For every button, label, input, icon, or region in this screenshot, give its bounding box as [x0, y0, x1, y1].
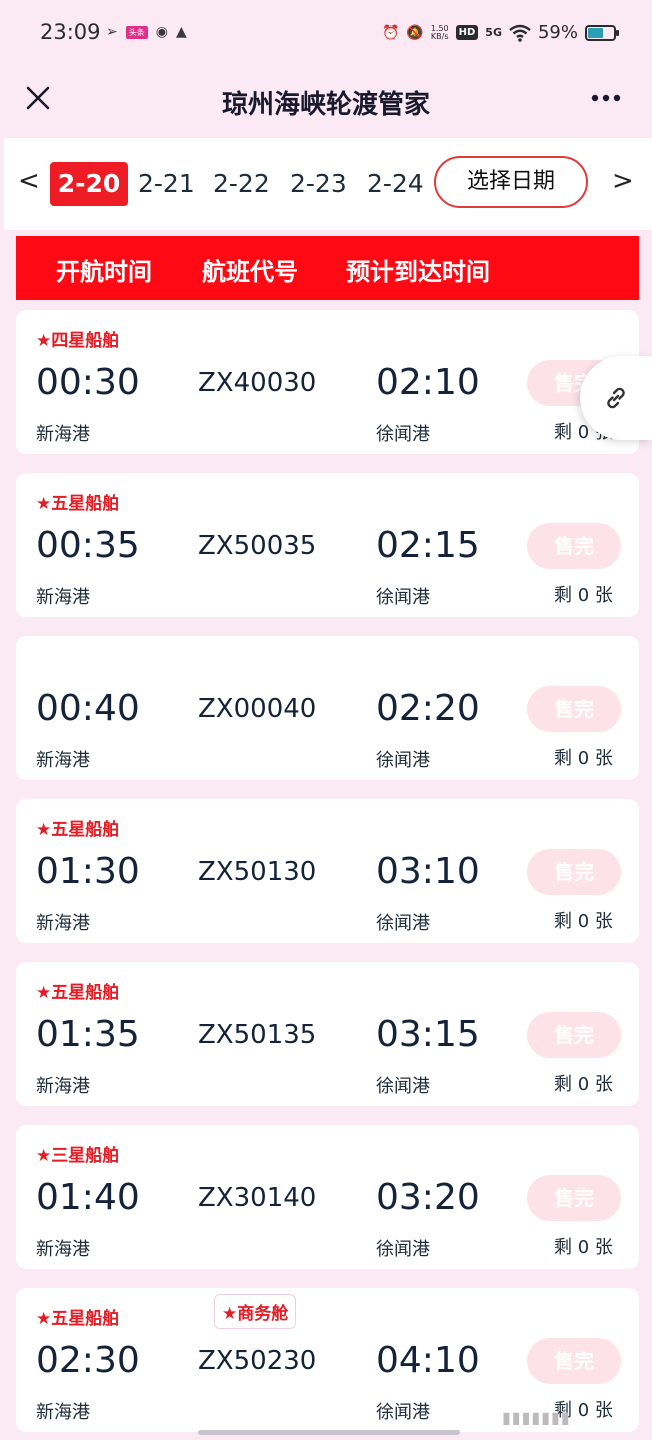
arrival-port: 徐闻港 [376, 1076, 430, 1097]
date-tab-1[interactable]: 2-21 [138, 162, 195, 206]
tickets-remaining: 剩 0 张 [554, 748, 613, 769]
date-tab-3[interactable]: 2-23 [290, 162, 347, 206]
arrival-port: 徐闻港 [376, 587, 430, 608]
arrive-time: 02:20 [376, 688, 480, 729]
sailing-table-header: 开航时间 航班代号 预计到达时间 [16, 236, 639, 300]
arrive-time: 03:20 [376, 1177, 480, 1218]
navbar: 琼州海峡轮渡管家 [0, 66, 652, 136]
mountain-icon: ▲ [175, 24, 187, 40]
tickets-remaining: 剩 0 张 [554, 585, 613, 606]
ship-rating-tag: ★三星船舶 [36, 1146, 120, 1166]
depart-time: 01:35 [36, 1014, 140, 1055]
hd-icon: HD [455, 25, 479, 40]
sailing-card[interactable]: 00:40 ZX00040 02:20 新海港 徐闻港 售完 剩 0 张 [16, 636, 639, 780]
date-selector: < 2-20 2-21 2-22 2-23 2-24 选择日期 > [4, 138, 652, 230]
sailing-card[interactable]: ★五星船舶 00:35 ZX50035 02:15 新海港 徐闻港 售完 剩 0… [16, 473, 639, 617]
pick-date-button[interactable]: 选择日期 [434, 156, 588, 208]
net-speed: 1.50 KB/s [430, 24, 449, 41]
ship-rating-tag: ★四星船舶 [36, 331, 120, 351]
sailing-code: ZX50135 [198, 1020, 317, 1050]
ship-rating-tag: ★五星船舶 [36, 1309, 120, 1329]
sailing-card[interactable]: ★五星船舶 01:30 ZX50130 03:10 新海港 徐闻港 售完 剩 0… [16, 799, 639, 943]
header-arrive-time: 预计到达时间 [346, 258, 490, 286]
departure-port: 新海港 [36, 424, 90, 445]
alarm-icon: ⏰ [381, 24, 400, 41]
sailing-code: ZX30140 [198, 1183, 317, 1213]
send-icon: ➢ [106, 24, 118, 40]
tickets-remaining: 剩 0 张 [554, 1237, 613, 1258]
notification-icons: ➢ 头条 ◉ ▲ [106, 24, 187, 40]
departure-port: 新海港 [36, 1239, 90, 1260]
ship-rating-tag: ★五星船舶 [36, 820, 120, 840]
departure-port: 新海港 [36, 750, 90, 771]
arrival-port: 徐闻港 [376, 913, 430, 934]
status-time: 23:09 [40, 20, 101, 44]
next-date-button[interactable]: > [612, 166, 634, 196]
date-tab-4[interactable]: 2-24 [367, 162, 424, 206]
battery-icon [585, 24, 619, 41]
more-icon[interactable] [590, 88, 622, 108]
sailing-card[interactable]: ★三星船舶 01:40 ZX30140 03:20 新海港 徐闻港 售完 剩 0… [16, 1125, 639, 1269]
app-root: 23:09 ➢ 头条 ◉ ▲ ⏰ 🔕 1.50 KB/s HD 5G 59% 琼… [0, 0, 652, 1440]
arrival-port: 徐闻港 [376, 424, 430, 445]
profile-icon: ◉ [155, 24, 168, 40]
arrive-time: 04:10 [376, 1340, 480, 1381]
battery-percent: 59% [537, 22, 578, 43]
arrive-time: 03:10 [376, 851, 480, 892]
wifi-icon [509, 24, 531, 42]
depart-time: 01:30 [36, 851, 140, 892]
sold-out-button[interactable]: 售完 [527, 1175, 621, 1221]
status-bar: 23:09 ➢ 头条 ◉ ▲ ⏰ 🔕 1.50 KB/s HD 5G 59% [0, 0, 652, 66]
arrive-time: 02:15 [376, 525, 480, 566]
sailing-card[interactable]: ★五星船舶 01:35 ZX50135 03:15 新海港 徐闻港 售完 剩 0… [16, 962, 639, 1106]
signal-icon: 5G [485, 26, 502, 39]
sold-out-button[interactable]: 售完 [527, 1012, 621, 1058]
link-icon [607, 387, 625, 409]
depart-time: 02:30 [36, 1340, 140, 1381]
mute-icon: 🔕 [406, 24, 424, 41]
header-depart-time: 开航时间 [56, 258, 152, 286]
arrival-port: 徐闻港 [376, 750, 430, 771]
sold-out-button[interactable]: 售完 [527, 1338, 621, 1384]
cabin-class-badge: ★商务舱 [214, 1294, 297, 1329]
arrival-port: 徐闻港 [376, 1239, 430, 1260]
depart-time: 00:40 [36, 688, 140, 729]
prev-date-button[interactable]: < [18, 166, 40, 196]
date-tab-0[interactable]: 2-20 [50, 162, 128, 206]
departure-port: 新海港 [36, 1402, 90, 1423]
sailing-code: ZX00040 [198, 694, 317, 724]
home-indicator[interactable] [198, 1430, 460, 1435]
departure-port: 新海港 [36, 1076, 90, 1097]
sold-out-button[interactable]: 售完 [527, 523, 621, 569]
tickets-remaining: 剩 0 张 [554, 911, 613, 932]
header-sailing-code: 航班代号 [202, 258, 298, 286]
ship-rating-tag: ★五星船舶 [36, 494, 120, 514]
sold-out-button[interactable]: 售完 [527, 849, 621, 895]
page-title: 琼州海峡轮渡管家 [221, 90, 430, 120]
sailing-code: ZX50035 [198, 531, 317, 561]
sold-out-button[interactable]: 售完 [527, 686, 621, 732]
system-icons: ⏰ 🔕 1.50 KB/s HD 5G 59% [381, 22, 619, 43]
departure-port: 新海港 [36, 913, 90, 934]
arrival-port: 徐闻港 [376, 1402, 430, 1423]
net-speed-unit: KB/s [430, 31, 449, 41]
watermark-icon: ▮▮▮▮▮▮▮ [502, 1408, 571, 1427]
sailing-code: ZX50230 [198, 1346, 317, 1376]
app-badge-icon: 头条 [125, 25, 148, 39]
date-tab-2[interactable]: 2-22 [213, 162, 270, 206]
arrive-time: 03:15 [376, 1014, 480, 1055]
sailing-card[interactable]: ★四星船舶 00:30 ZX40030 02:10 新海港 徐闻港 售完 剩 0… [16, 310, 639, 454]
battery-fill [588, 27, 603, 38]
depart-time: 00:30 [36, 362, 140, 403]
tickets-remaining: 剩 0 张 [554, 1074, 613, 1095]
depart-time: 01:40 [36, 1177, 140, 1218]
sailing-code: ZX40030 [198, 368, 317, 398]
depart-time: 00:35 [36, 525, 140, 566]
ship-rating-tag: ★五星船舶 [36, 983, 120, 1003]
sailing-code: ZX50130 [198, 857, 317, 887]
departure-port: 新海港 [36, 587, 90, 608]
arrive-time: 02:10 [376, 362, 480, 403]
